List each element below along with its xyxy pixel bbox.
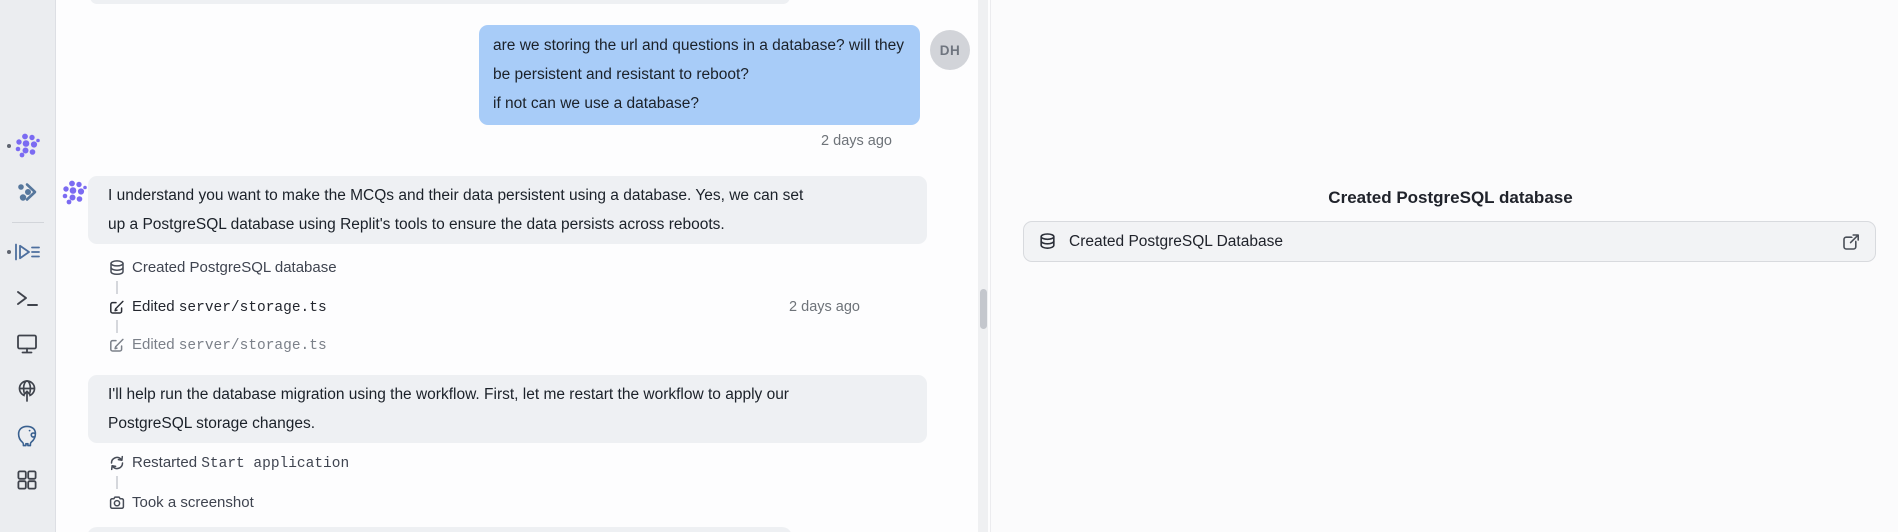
action-file-path: server/storage.ts	[179, 300, 327, 316]
agent-avatar-icon	[60, 179, 88, 207]
user-avatar: DH	[930, 30, 970, 70]
file-edit-icon	[108, 298, 126, 316]
agent-notification-dot	[7, 144, 11, 148]
console-notification-dot	[7, 250, 11, 254]
user-message-timestamp: 2 days ago	[821, 131, 892, 151]
action-row-restarted-workflow[interactable]: Restarted Start application	[56, 452, 927, 474]
workflows-icon[interactable]	[12, 177, 42, 207]
preview-title: Created PostgreSQL database	[1023, 186, 1878, 210]
publish-globe-icon[interactable]	[12, 375, 42, 405]
chat-scrollbar[interactable]	[978, 0, 988, 532]
open-external-icon[interactable]	[1841, 232, 1861, 252]
agent-message-bubble: I'll help run the database migration usi…	[88, 375, 927, 443]
next-message-partial	[87, 527, 792, 532]
agent-message-bubble: I understand you want to make the MCQs a…	[88, 176, 927, 244]
user-message-line: if not can we use a database?	[493, 89, 904, 118]
action-label: Took a screenshot	[132, 492, 254, 514]
agent-message-line: I understand you want to make the MCQs a…	[108, 181, 907, 210]
output-monitor-icon[interactable]	[12, 329, 42, 359]
action-timestamp: 2 days ago	[789, 297, 860, 317]
action-row-edited-file[interactable]: Edited server/storage.ts	[56, 334, 927, 356]
shell-icon[interactable]	[12, 283, 42, 313]
user-message-line: be persistent and resistant to reboot?	[493, 60, 904, 89]
action-label-prefix: Restarted	[132, 454, 197, 471]
action-connector	[116, 320, 118, 333]
database-icon	[1038, 232, 1057, 251]
file-edit-icon	[108, 336, 126, 354]
agent-icon[interactable]	[12, 131, 42, 161]
action-label-prefix: Edited	[132, 298, 175, 315]
action-row-edited-file[interactable]: Edited server/storage.ts 2 days ago	[56, 296, 927, 318]
action-row-took-screenshot[interactable]: Took a screenshot	[56, 492, 927, 514]
refresh-icon	[108, 454, 126, 472]
created-database-card[interactable]: Created PostgreSQL Database	[1023, 221, 1876, 262]
agent-chat-panel: are we storing the url and questions in …	[56, 0, 990, 532]
toolbar-divider	[12, 222, 44, 223]
console-icon[interactable]	[12, 237, 42, 267]
camera-icon	[108, 494, 126, 512]
agent-message-line: PostgreSQL storage changes.	[108, 409, 907, 438]
user-message-bubble: are we storing the url and questions in …	[479, 25, 920, 125]
card-label: Created PostgreSQL Database	[1069, 233, 1283, 251]
agent-preview-panel: Created PostgreSQL database Created Post…	[990, 0, 1898, 532]
agent-message-line: I'll help run the database migration usi…	[108, 380, 907, 409]
action-label: Created PostgreSQL database	[132, 257, 337, 279]
user-message-line: are we storing the url and questions in …	[493, 31, 904, 60]
action-connector	[116, 281, 118, 294]
action-row-created-database[interactable]: Created PostgreSQL database	[56, 257, 927, 279]
agent-message-line: up a PostgreSQL database using Replit's …	[108, 210, 907, 239]
action-connector	[116, 476, 118, 489]
replit-workspace: are we storing the url and questions in …	[0, 0, 1898, 532]
postgresql-icon[interactable]	[12, 421, 42, 451]
left-toolbar	[0, 0, 56, 532]
action-label-prefix: Edited	[132, 336, 175, 353]
previous-message-partial	[90, 0, 790, 4]
database-icon	[108, 259, 126, 277]
all-tools-grid-icon[interactable]	[12, 465, 42, 495]
action-workflow-name: Start application	[201, 456, 349, 472]
action-file-path: server/storage.ts	[179, 338, 327, 354]
chat-scrollbar-thumb[interactable]	[980, 289, 987, 329]
